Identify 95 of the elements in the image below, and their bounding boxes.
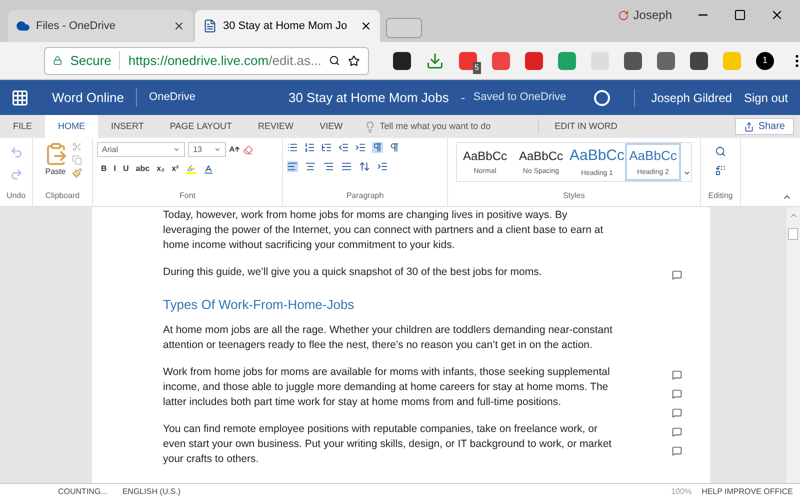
secure-label: Secure [70, 50, 120, 70]
bullets-icon[interactable] [287, 142, 298, 153]
line-spacing-icon[interactable] [359, 161, 370, 172]
language[interactable]: ENGLISH (U.S.) [122, 486, 181, 498]
dropdown-icon [173, 146, 180, 153]
comment-icon[interactable] [672, 427, 682, 437]
profile-name[interactable]: Joseph [633, 6, 672, 24]
more-styles-icon[interactable] [683, 169, 691, 177]
scroll-thumb[interactable] [788, 228, 798, 240]
extension-count[interactable]: 1 [756, 52, 774, 70]
share-icon [744, 122, 754, 132]
group-label: Undo [6, 190, 26, 202]
close-icon[interactable] [770, 8, 784, 22]
bookmark-star-icon[interactable] [348, 54, 360, 68]
highlighter-icon[interactable] [186, 164, 196, 174]
search-icon[interactable] [715, 146, 726, 157]
comment-icon[interactable] [672, 389, 682, 399]
download-arrow-icon[interactable] [426, 52, 444, 70]
group-label: Clipboard [45, 190, 80, 202]
close-icon[interactable] [360, 20, 372, 32]
paragraph: Today, however, work from home jobs for moms are changing lives in positive ways. By leveraging the power of the Internet, you can connect with partners and a client base to earn at home income without sacrificing your commitment to your kids. [163, 208, 604, 253]
app-launcher-icon[interactable] [11, 88, 29, 106]
group-label: Editing [708, 190, 733, 202]
pilcrow-icon[interactable] [389, 142, 400, 153]
pilcrow-icon[interactable] [372, 142, 383, 153]
ribbon-tab[interactable]: VIEW [306, 115, 356, 138]
word-count: COUNTING... [58, 486, 108, 498]
sign-out-link[interactable]: Sign out [744, 88, 788, 106]
increase-indent-icon[interactable] [355, 142, 366, 153]
tell-me-field[interactable]: Tell me what you want to do [380, 120, 530, 134]
comment-icon[interactable] [672, 446, 682, 456]
font-field[interactable]: Arial [97, 142, 185, 157]
group-label: Font [179, 190, 196, 202]
tab-title: 30 Stay at Home Mom Jo [223, 18, 348, 34]
eraser-icon[interactable] [243, 144, 253, 154]
scrollbar[interactable] [785, 207, 800, 483]
justify-icon[interactable] [341, 161, 352, 172]
lock-icon [53, 55, 62, 66]
align-right-icon[interactable] [323, 161, 334, 172]
section-heading: Types Of Work-From-Home-Jobs [163, 296, 354, 313]
paragraph: Work from home jobs for moms are available for moms with infants, those seeking supplemental income, and those able to juggle more demanding at home careers for stay at home moms. The latter includes both part time work for stay at home moms from and full-time positions. [163, 365, 611, 410]
paste-button[interactable]: Paste [44, 142, 68, 178]
document-icon [203, 19, 217, 33]
format-button[interactable]: U [123, 163, 129, 175]
format-button[interactable]: abc [136, 163, 150, 175]
browser-tab[interactable]: Files - OneDrive [8, 10, 193, 42]
ribbon-tab[interactable]: HOME [45, 115, 98, 138]
edit-in-word-button[interactable]: EDIT IN WORD [538, 119, 634, 134]
title-separator: - [460, 88, 466, 107]
ribbon-tab[interactable]: PAGE LAYOUT [156, 115, 246, 138]
multilevel-list-icon[interactable] [321, 142, 332, 153]
close-icon[interactable] [173, 20, 185, 32]
save-status: Saved to OneDrive [473, 90, 566, 106]
group-label: Paragraph [346, 190, 384, 202]
maximize-icon[interactable] [734, 9, 746, 21]
paragraph: You can find remote employee positions with reputable companies, take on freelance work, or even start your own business. Put your writing skills, design, or IT background to work, or market your crafts to others. [163, 422, 613, 467]
ribbon-tab[interactable]: INSERT [98, 115, 157, 138]
numbering-icon[interactable] [304, 142, 315, 153]
app-name[interactable]: Word Online [52, 88, 138, 108]
format-button[interactable]: I [114, 163, 116, 175]
paintbrush-icon[interactable] [72, 168, 82, 178]
zoom-icon[interactable] [329, 54, 340, 67]
paragraph-indent-icon[interactable] [377, 161, 388, 172]
comment-icon[interactable] [672, 370, 682, 380]
zoom-level: 100% [671, 486, 692, 498]
user-name[interactable]: Joseph Gildred [634, 88, 732, 106]
align-left-icon[interactable] [287, 161, 298, 172]
lightbulb-icon [364, 120, 376, 132]
location-link[interactable]: OneDrive [149, 89, 196, 106]
comment-icon[interactable] [672, 408, 682, 418]
ribbon-tab[interactable]: REVIEW [245, 115, 307, 138]
url-text: https://onedrive.live.com/edit.as... [128, 52, 322, 70]
paragraph: During this guide, we’ll give you a quick snapshot of 30 of the best jobs for moms. [163, 265, 543, 280]
decrease-indent-icon[interactable] [338, 142, 349, 153]
format-button[interactable]: B [101, 163, 107, 175]
group-label: Styles [563, 190, 585, 202]
grow-font-icon[interactable] [229, 144, 240, 155]
align-center-icon[interactable] [305, 161, 316, 172]
dropdown-icon [214, 146, 221, 153]
comment-icon[interactable] [672, 270, 682, 280]
paragraph: At home mom jobs are all the rage. Whether your children are toddlers demanding near-constant attention or teenagers ready to flee the nest, there’s no reason you can’t get in on the action. [163, 323, 614, 353]
format-button[interactable]: x² [172, 163, 179, 175]
share-button[interactable]: Share [735, 118, 794, 135]
ribbon-tab[interactable]: FILE [0, 115, 46, 138]
font-size-field[interactable]: 13 [188, 142, 226, 157]
scroll-up-icon[interactable] [788, 211, 798, 220]
font-color-icon[interactable] [202, 164, 214, 174]
help-improve-link[interactable]: HELP IMPROVE OFFICE [702, 486, 793, 498]
sync-icon[interactable] [618, 10, 630, 20]
format-button[interactable]: x₂ [156, 163, 165, 175]
browser-tab[interactable]: 30 Stay at Home Mom Jo [195, 10, 380, 42]
address-field[interactable]: Secure https://onedrive.live.com/edit.as... [44, 46, 369, 74]
cloud-icon [16, 19, 30, 33]
document-title: 30 Stay at Home Mom Jobs [288, 88, 449, 107]
tab-title: Files - OneDrive [36, 18, 116, 34]
